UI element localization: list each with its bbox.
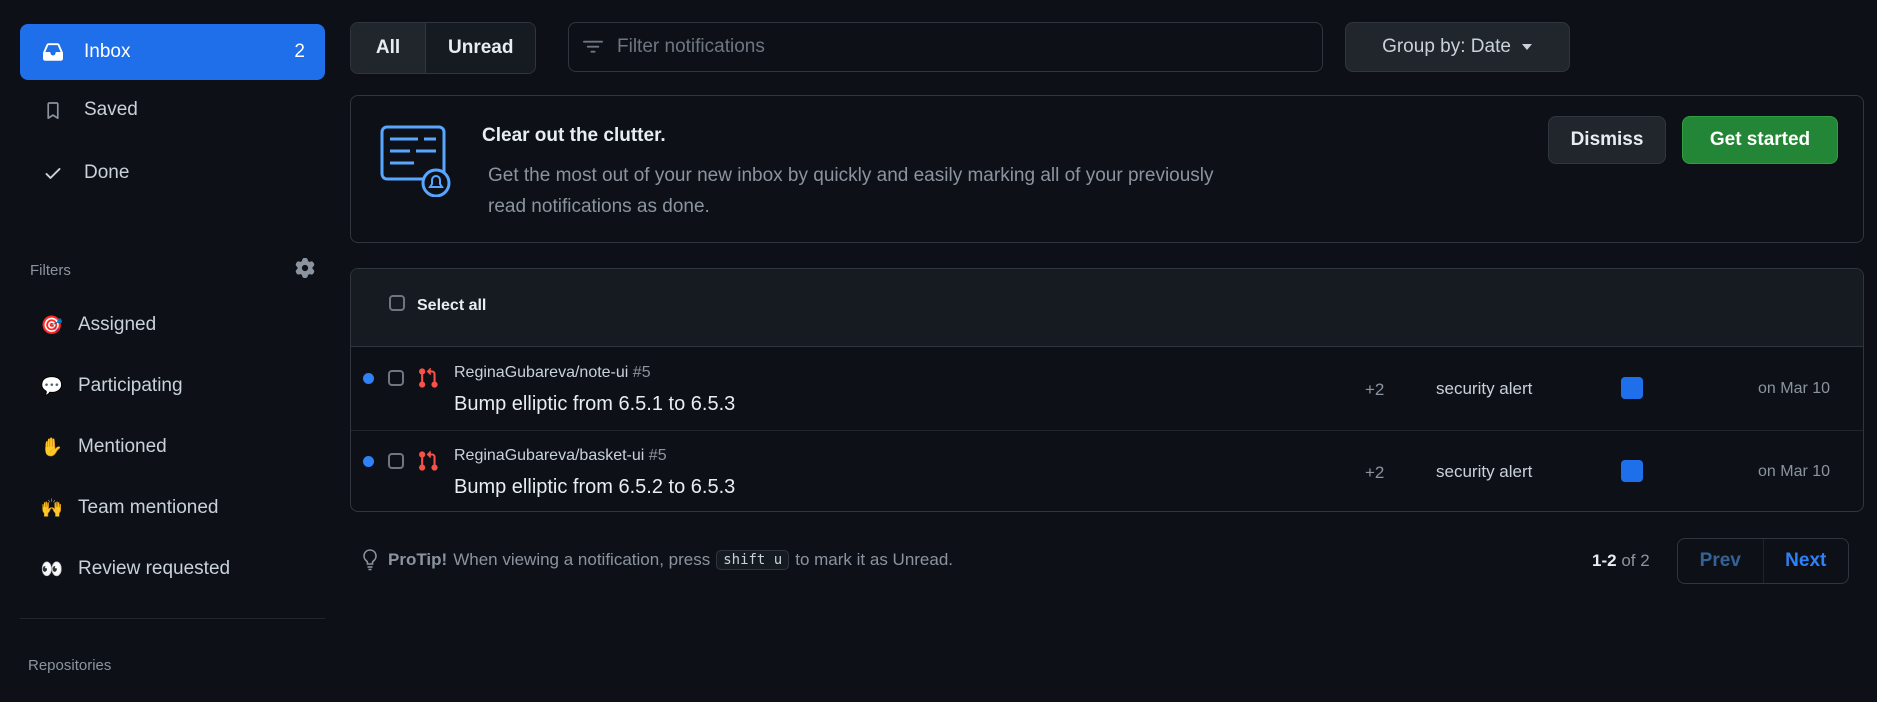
notification-date: on Mar 10 [1758,463,1831,480]
banner-description-line: Get the most out of your new inbox by qu… [488,165,1214,186]
raised-hand-icon: ✋ [40,436,64,457]
notification-illustration-icon [380,125,452,202]
filter-notifications-input[interactable]: Filter notifications [568,22,1323,72]
get-started-button[interactable]: Get started [1682,116,1838,164]
sidebar-item-saved[interactable]: Saved [20,82,325,138]
target-icon: 🎯 [40,314,64,335]
bookmark-icon [40,100,66,120]
gear-icon[interactable] [295,258,315,282]
banner-description: Get the most out of your new inbox by qu… [488,160,1288,222]
pagination-total: of 2 [1621,551,1650,570]
dependabot-avatar [1621,377,1643,399]
participants-count: +2 [1365,463,1385,482]
filter-mentioned[interactable]: ✋ Mentioned [40,427,167,467]
unread-dot [363,456,374,467]
lightbulb-icon [362,549,378,571]
filter-label: Review requested [78,558,231,579]
sidebar-item-label: Inbox [84,41,131,62]
sidebar-divider [20,618,325,619]
group-by-button[interactable]: Group by: Date [1345,22,1570,72]
issue-number: #5 [648,447,667,464]
sidebar-item-inbox[interactable]: Inbox 2 [20,24,325,80]
banner-title: Clear out the clutter. [482,125,666,146]
pagination-range: 1-2 [1592,551,1617,570]
reason-badge: security alert [1436,462,1533,481]
inbox-count: 2 [294,41,305,62]
notification-row[interactable]: ReginaGubareva/basket-ui #5 Bump ellipti… [351,430,1863,511]
pagination: Prev Next [1677,538,1849,584]
pagination-count: 1-2 of 2 [1592,551,1650,571]
notification-checkbox[interactable] [388,370,404,386]
inbox-icon [40,42,66,62]
speech-icon: 💬 [40,375,64,396]
filter-participating[interactable]: 💬 Participating [40,366,183,406]
repo-name: ReginaGubareva/note-ui [454,364,629,381]
eyes-icon: 👀 [40,558,64,579]
select-all-label[interactable]: Select all [417,297,486,315]
prev-button[interactable]: Prev [1678,539,1764,583]
group-by-label: Group by: Date [1382,36,1511,57]
dependabot-avatar [1621,460,1643,482]
sidebar-item-label: Saved [84,99,138,120]
participants-count: +2 [1365,380,1385,399]
next-button[interactable]: Next [1764,539,1849,583]
filters-heading: Filters [30,258,315,282]
notification-title[interactable]: Bump elliptic from 6.5.1 to 6.5.3 [454,393,735,416]
unread-button[interactable]: Unread [426,23,536,73]
notification-repo: ReginaGubareva/basket-ui #5 [454,447,667,465]
keyboard-shortcut: shift u [716,550,790,570]
filter-icon [583,37,603,57]
filter-label: Participating [78,375,183,396]
repo-name: ReginaGubareva/basket-ui [454,447,645,464]
protip-text: to mark it as Unread. [795,550,954,569]
unread-dot [363,373,374,384]
filter-label: Team mentioned [78,497,219,518]
pull-request-icon [417,367,439,394]
filter-review-requested[interactable]: 👀 Review requested [40,549,230,589]
notification-repo: ReginaGubareva/note-ui #5 [454,364,651,382]
raised-hands-icon: 🙌 [40,497,64,518]
issue-number: #5 [632,364,651,381]
notification-checkbox[interactable] [388,453,404,469]
list-header: Select all [351,269,1863,347]
notification-date: on Mar 10 [1758,380,1831,397]
protip: ProTip! When viewing a notification, pre… [362,549,953,571]
sidebar: Inbox 2 Saved Done Filters 🎯 Assigned 💬 … [0,0,330,702]
protip-text: When viewing a notification, press [453,550,711,569]
all-button[interactable]: All [351,23,426,73]
filter-assigned[interactable]: 🎯 Assigned [40,305,156,345]
check-icon [40,163,66,183]
filter-label: Mentioned [78,436,167,457]
filters-heading-label: Filters [30,261,71,279]
read-filter-segmented-control: All Unread [350,22,537,74]
caret-down-icon [1521,43,1533,51]
repositories-heading: Repositories [28,657,112,674]
pull-request-icon [417,450,439,477]
banner-description-line: read notifications as done. [488,196,710,217]
filter-team-mentioned[interactable]: 🙌 Team mentioned [40,488,219,528]
dismiss-button[interactable]: Dismiss [1548,116,1666,164]
sidebar-item-done[interactable]: Done [20,145,325,201]
filter-placeholder: Filter notifications [617,36,765,57]
sidebar-item-label: Done [84,162,130,183]
protip-label: ProTip! [388,550,448,569]
notification-list: Select all ReginaGubareva/note-ui #5 Bum… [350,268,1864,512]
notification-title[interactable]: Bump elliptic from 6.5.2 to 6.5.3 [454,476,735,499]
notification-row[interactable]: ReginaGubareva/note-ui #5 Bump elliptic … [351,347,1863,431]
reason-badge: security alert [1436,379,1533,398]
select-all-checkbox[interactable] [389,295,405,311]
filter-label: Assigned [78,314,157,335]
